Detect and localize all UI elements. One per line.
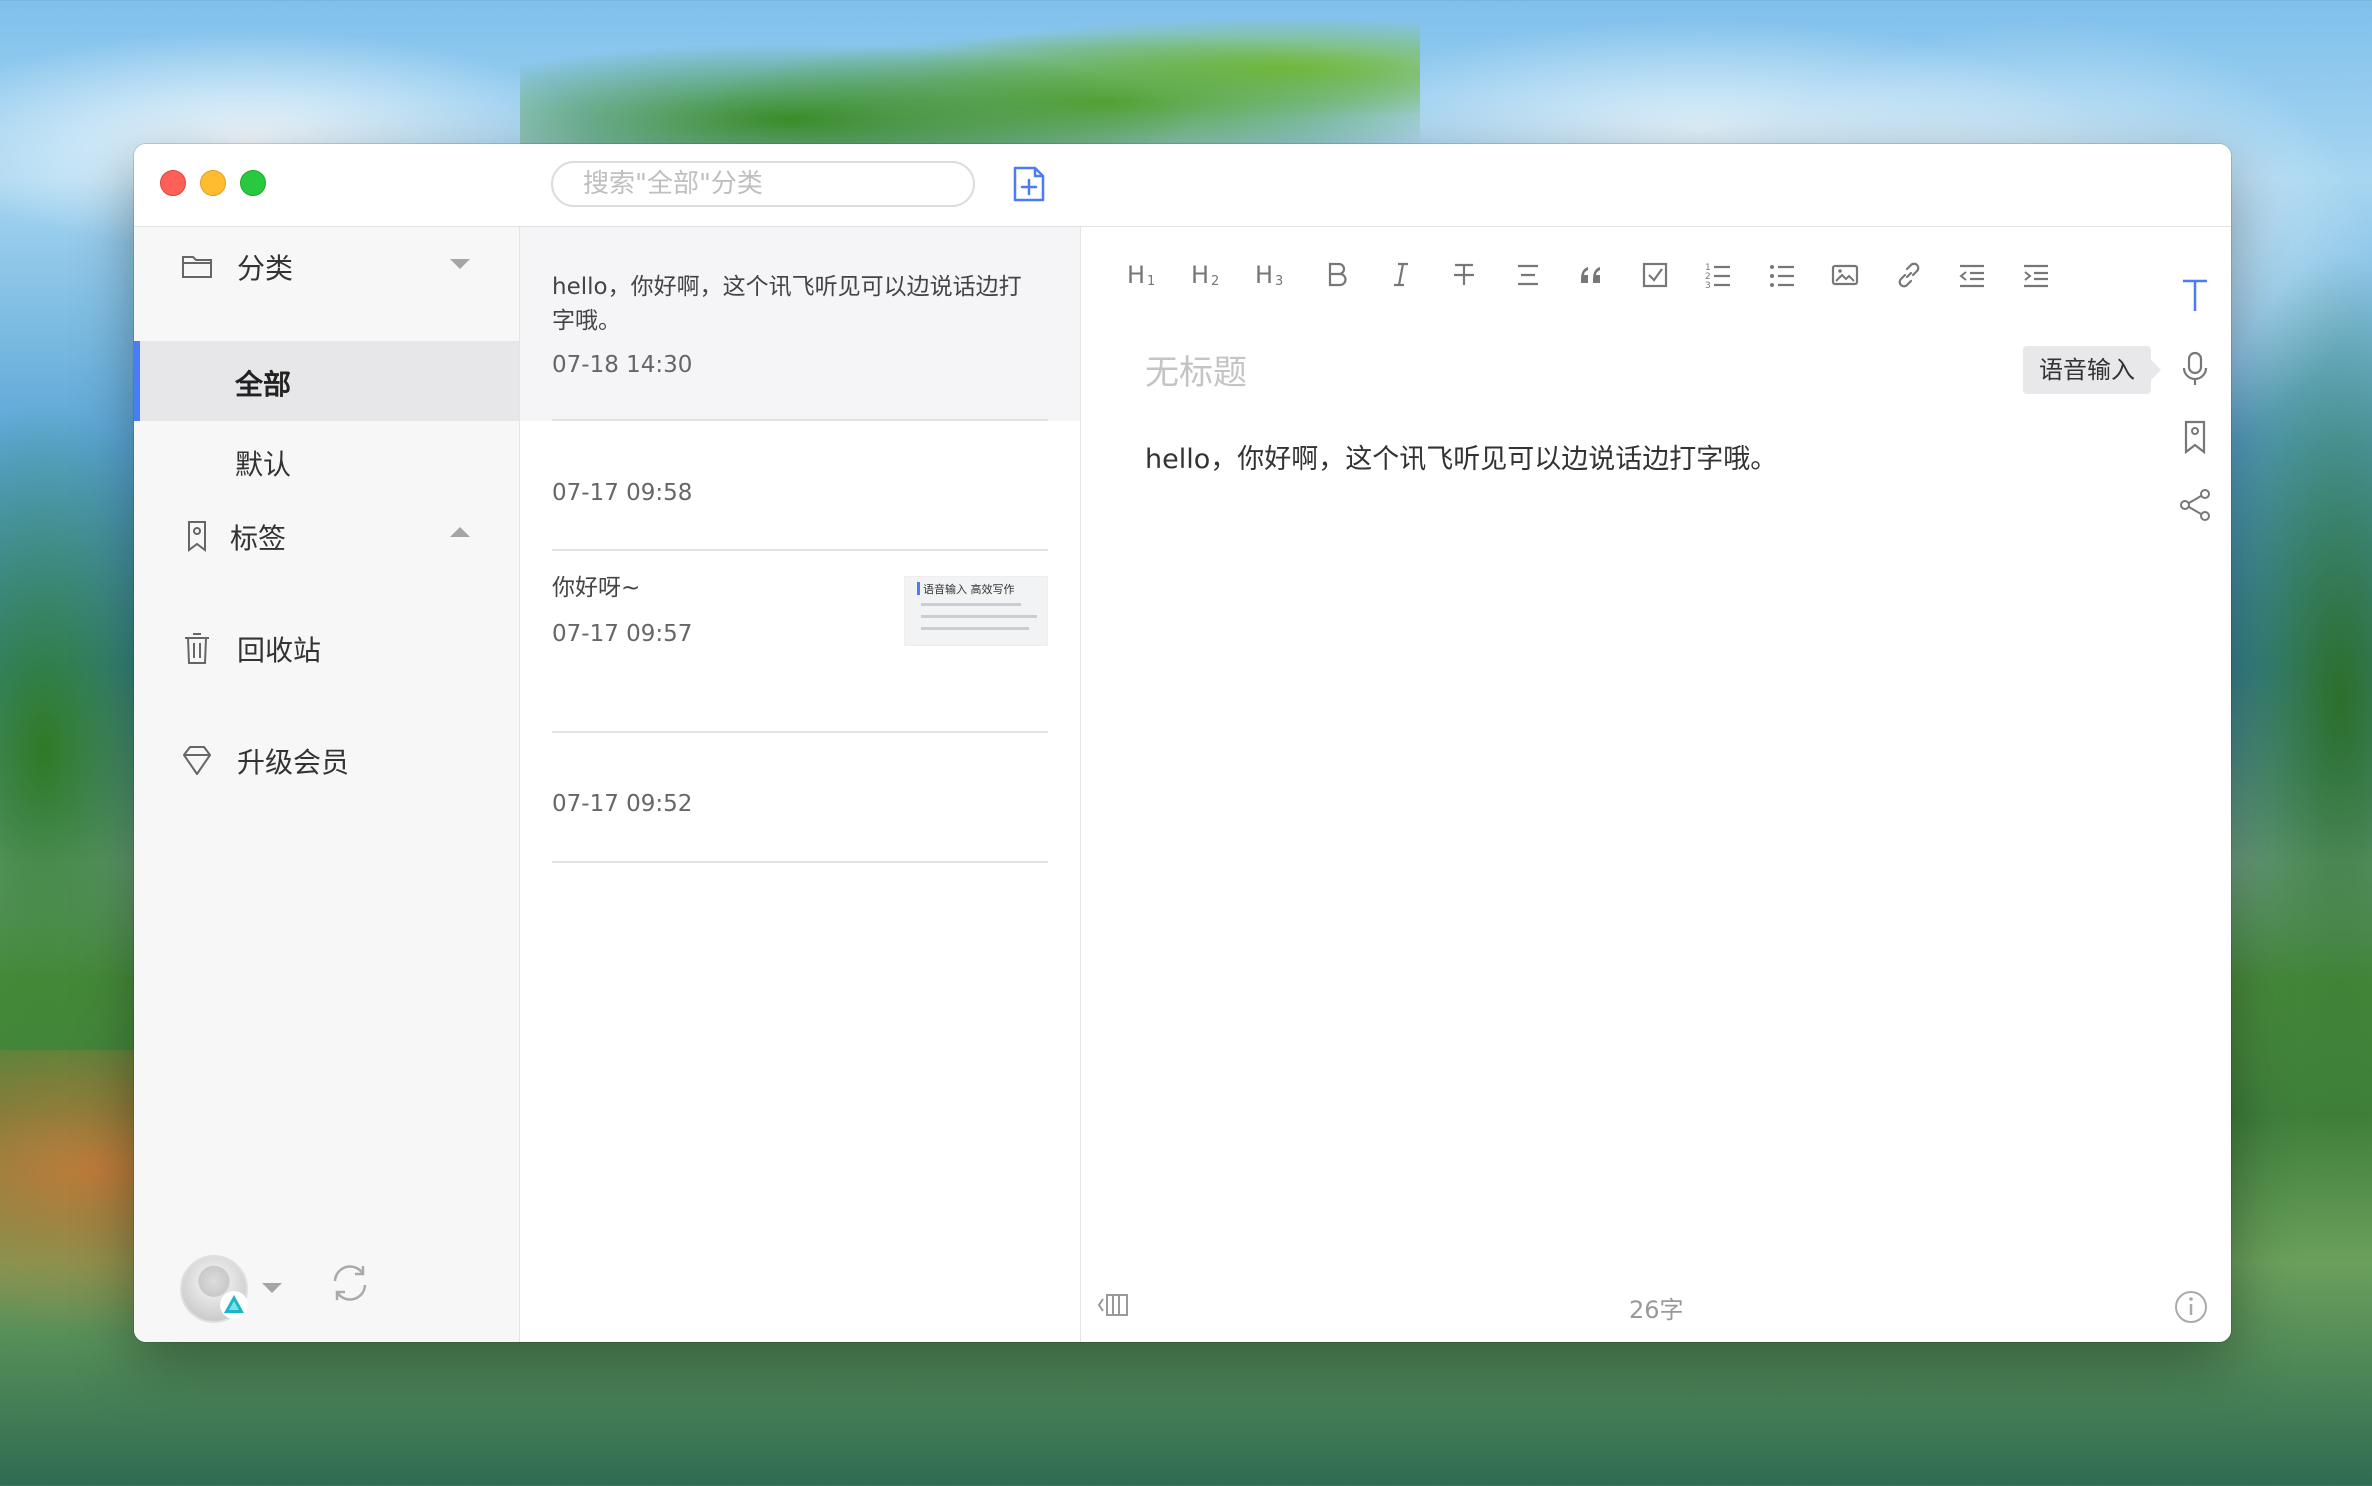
checkbox-icon[interactable] — [1635, 255, 1675, 295]
sidebar: 分类 全部 默认 标签 回收站 升级会员 — [134, 227, 520, 1342]
sync-icon[interactable] — [327, 1260, 373, 1306]
ordered-list-icon[interactable]: 123 — [1698, 255, 1738, 295]
note-title-input[interactable]: 无标题 — [1145, 345, 1247, 394]
text-format-icon[interactable] — [2175, 275, 2215, 315]
heading1-button[interactable]: H1 — [1123, 255, 1163, 295]
note-preview: hello，你好啊，这个讯飞听见可以边说话边打字哦。 — [552, 274, 1022, 334]
italic-icon[interactable] — [1381, 255, 1421, 295]
note-time: 07-17 09:52 — [552, 791, 693, 817]
info-icon[interactable] — [2173, 1289, 2209, 1325]
title-bar: 搜索"全部"分类 — [134, 144, 2231, 227]
word-count: 26字 — [1629, 1296, 1684, 1324]
image-icon[interactable] — [1825, 255, 1865, 295]
divider — [552, 861, 1048, 863]
list-item[interactable]: 你好呀~ 07-17 09:57 语音输入 高效写作 — [520, 551, 1080, 733]
note-thumbnail: 语音输入 高效写作 — [904, 576, 1048, 646]
note-body-editor[interactable]: hello，你好啊，这个讯飞听见可以边说话边打字哦。 — [1145, 437, 1777, 476]
svg-text:2: 2 — [1211, 274, 1219, 289]
svg-text:H: H — [1127, 261, 1145, 289]
sidebar-item-label: 全部 — [235, 368, 292, 401]
sidebar-item-upgrade[interactable]: 升级会员 — [134, 721, 519, 799]
svg-text:H: H — [1191, 261, 1209, 289]
heading2-button[interactable]: H2 — [1187, 255, 1227, 295]
list-item[interactable]: hello，你好啊，这个讯飞听见可以边说话边打字哦。 07-18 14:30 — [520, 227, 1080, 421]
thumbnail-title: 语音输入 高效写作 — [923, 583, 1015, 596]
editor-pane: H1 H2 H3 123 无标题 hello，你好啊，这个讯飞听见可以边说话边打… — [1081, 227, 2231, 1342]
link-icon[interactable] — [1889, 255, 1929, 295]
collapse-sidebar-icon[interactable] — [1095, 1287, 1131, 1323]
search-input[interactable]: 搜索"全部"分类 — [551, 161, 975, 207]
thumbnail-line — [921, 603, 1021, 606]
sidebar-upgrade-label: 升级会员 — [237, 746, 350, 779]
note-time: 07-17 09:57 — [552, 621, 693, 647]
strikethrough-icon[interactable] — [1444, 255, 1484, 295]
bold-icon[interactable] — [1317, 255, 1357, 295]
thumbnail-accent-bar — [917, 582, 920, 595]
sidebar-item-label: 默认 — [235, 448, 292, 481]
bookmark-icon[interactable] — [2175, 417, 2215, 457]
tag-icon — [180, 519, 214, 553]
chevron-down-icon[interactable] — [262, 1283, 282, 1293]
zoom-button[interactable] — [240, 170, 266, 196]
vip-badge-icon — [220, 1291, 248, 1319]
trash-icon — [180, 631, 214, 665]
new-note-icon[interactable] — [1011, 164, 1047, 204]
outdent-icon[interactable] — [1952, 255, 1992, 295]
note-time: 07-17 09:58 — [552, 480, 693, 506]
sidebar-trash-label: 回收站 — [237, 634, 322, 667]
note-list: hello，你好啊，这个讯飞听见可以边说话边打字哦。 07-18 14:30 0… — [520, 227, 1081, 1342]
svg-text:H: H — [1255, 261, 1273, 289]
svg-text:1: 1 — [1147, 274, 1155, 289]
diamond-icon — [180, 743, 214, 777]
voice-input-tooltip: 语音输入 — [2023, 346, 2161, 394]
heading3-button[interactable]: H3 — [1251, 255, 1291, 295]
svg-text:3: 3 — [1705, 281, 1711, 291]
note-time: 07-18 14:30 — [552, 352, 693, 378]
microphone-icon[interactable] — [2175, 349, 2215, 389]
bullet-list-icon[interactable] — [1762, 255, 1802, 295]
thumbnail-line — [921, 615, 1037, 618]
sidebar-category-header[interactable]: 分类 — [134, 227, 519, 305]
list-item[interactable]: 07-17 09:52 — [520, 733, 1080, 863]
sidebar-tags-label: 标签 — [230, 522, 287, 555]
chevron-down-icon[interactable] — [450, 259, 470, 269]
close-button[interactable] — [160, 170, 186, 196]
list-item[interactable]: 07-17 09:58 — [520, 421, 1080, 551]
quote-icon[interactable] — [1571, 255, 1611, 295]
share-icon[interactable] — [2175, 485, 2215, 525]
indent-icon[interactable] — [2016, 255, 2056, 295]
chevron-up-icon[interactable] — [450, 527, 470, 537]
sidebar-item-default[interactable]: 默认 — [134, 421, 519, 501]
minimize-button[interactable] — [200, 170, 226, 196]
align-icon[interactable] — [1508, 255, 1548, 295]
sidebar-item-trash[interactable]: 回收站 — [134, 609, 519, 687]
app-window: 搜索"全部"分类 分类 全部 默认 标签 回收站 升级会员 hello，你好啊，… — [134, 144, 2231, 1342]
sidebar-item-all[interactable]: 全部 — [134, 341, 519, 421]
sidebar-category-label: 分类 — [237, 252, 294, 285]
folder-icon — [180, 249, 214, 283]
svg-text:3: 3 — [1275, 274, 1283, 289]
sidebar-tags-header[interactable]: 标签 — [134, 497, 519, 575]
thumbnail-line — [921, 627, 1029, 630]
